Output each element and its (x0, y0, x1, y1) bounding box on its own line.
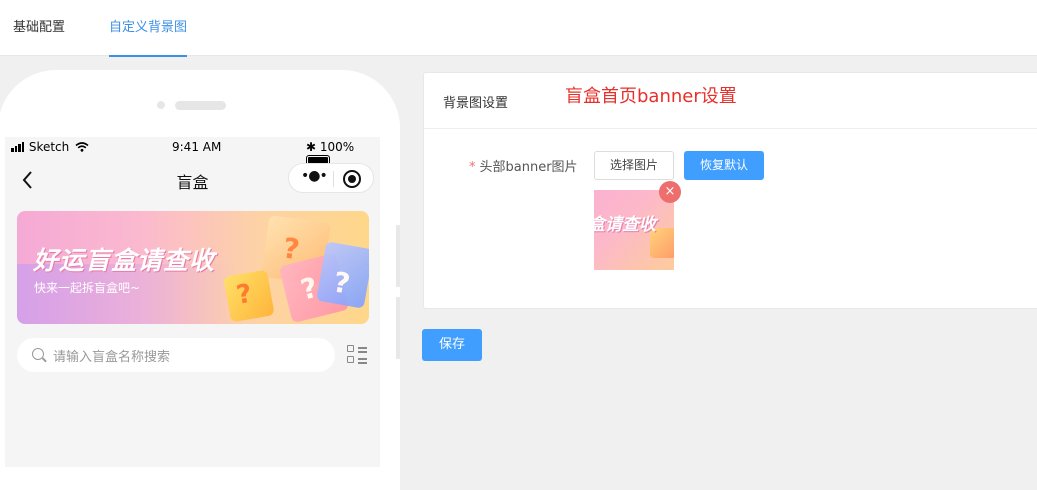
capsule-divider (333, 171, 334, 187)
background-settings-card: 背景图设置 盲盒首页banner设置 * 头部banner图片 选择图片 恢复默认… (423, 72, 1037, 309)
phone-banner[interactable]: ? ? ? ? 好运盲盒请查收 快来一起拆盲盒吧~ (17, 211, 369, 324)
banner-cube: ? (316, 241, 369, 309)
tab-bar: 基础配置 自定义背景图 (0, 0, 1037, 57)
card-annotation: 盲盒首页banner设置 (565, 86, 737, 107)
banner-subtitle: 快来一起拆盲盒吧~ (34, 281, 141, 295)
signal-icon (11, 141, 25, 155)
phone-search-input[interactable]: 请输入盲盒名称搜索 (17, 338, 335, 372)
mini-program-capsule: •●• (288, 163, 374, 193)
status-time: 9:41 AM (172, 140, 222, 154)
banner-cube: ? (223, 269, 275, 323)
remove-image-icon[interactable]: × (659, 181, 681, 203)
choose-image-button[interactable]: 选择图片 (594, 151, 674, 180)
wifi-icon (75, 142, 89, 152)
phone-speaker (175, 101, 226, 110)
phone-camera (157, 101, 165, 109)
tab-custom-background[interactable]: 自定义背景图 (109, 0, 188, 57)
reset-default-button[interactable]: 恢复默认 (684, 151, 764, 180)
more-dots-icon[interactable]: •●• (301, 168, 328, 184)
card-header: 背景图设置 盲盒首页banner设置 (424, 73, 1037, 129)
grid-list-icon[interactable] (347, 345, 369, 365)
phone-nav-bar: 盲盒 •●• (5, 160, 380, 200)
tab-basic-config[interactable]: 基础配置 (13, 0, 65, 56)
required-mark: * (469, 160, 476, 175)
banner-field-label: * 头部banner图片 (469, 156, 578, 175)
bluetooth-icon: ✱ (306, 140, 317, 154)
phone-status-bar: Sketch 9:41 AM ✱ 100% (5, 137, 380, 166)
target-icon[interactable] (343, 170, 361, 188)
card-title: 背景图设置 (443, 96, 509, 111)
thumbnail-text: 盒请查收 (594, 215, 656, 235)
banner-field-label-text: 头部banner图片 (479, 160, 578, 175)
search-icon (32, 348, 44, 360)
banner-title: 好运盲盒请查收 (33, 246, 216, 275)
status-carrier: Sketch (11, 140, 89, 155)
phone-side-button (396, 225, 400, 287)
search-placeholder: 请输入盲盒名称搜索 (53, 350, 171, 365)
carrier-label: Sketch (28, 140, 70, 154)
save-button[interactable]: 保存 (422, 329, 482, 361)
phone-side-button (396, 297, 400, 359)
battery-label: 100% (319, 140, 355, 154)
banner-thumbnail: 盒请查收 (594, 190, 674, 270)
